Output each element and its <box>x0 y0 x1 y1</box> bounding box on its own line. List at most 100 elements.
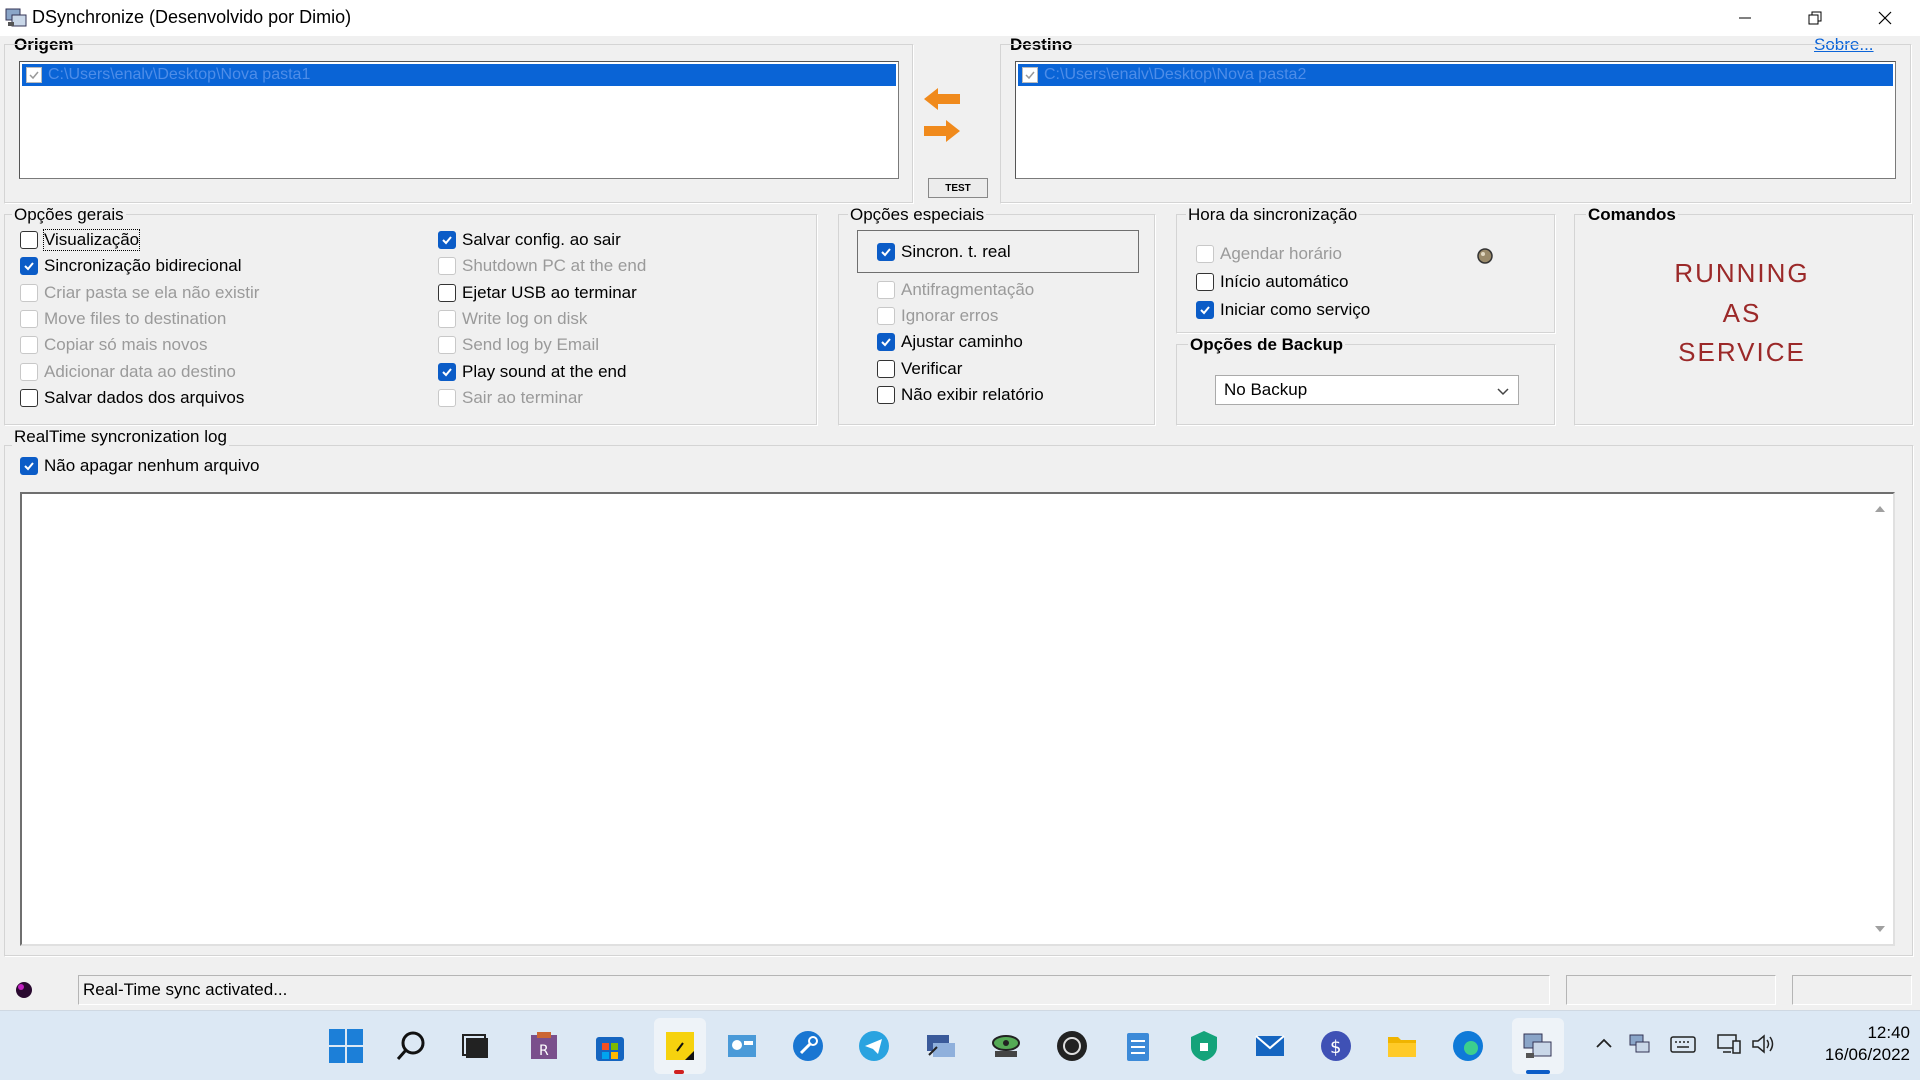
checkbox-box[interactable] <box>20 457 38 475</box>
check-icon <box>881 338 891 347</box>
checkbox-box[interactable] <box>438 231 456 249</box>
sticky-notes-icon <box>666 1032 694 1060</box>
checkbox-box[interactable] <box>877 243 895 261</box>
comandos-label: Comandos <box>1586 205 1678 225</box>
taskbar-app-telegram[interactable] <box>852 1024 896 1068</box>
checkbox-box <box>20 309 38 328</box>
checkbox-box[interactable] <box>20 257 38 276</box>
network-status-icon[interactable] <box>1716 1031 1742 1062</box>
taskbar-app-camera[interactable] <box>1050 1024 1094 1068</box>
checkbox-box[interactable] <box>20 388 38 407</box>
ajustar-caminho-checkbox[interactable]: Ajustar caminho <box>877 332 1023 352</box>
checkbox[interactable] <box>26 67 42 83</box>
checkbox-label: Send log by Email <box>462 335 600 355</box>
opcoes-gerais-label: Opções gerais <box>12 205 126 225</box>
checkbox-box[interactable] <box>438 283 456 302</box>
keyboard-icon[interactable] <box>1670 1033 1696 1060</box>
task-view-button[interactable] <box>454 1024 498 1068</box>
clock-date[interactable]: 16/06/2022 <box>1790 1045 1910 1065</box>
backup-select[interactable]: No Backup <box>1215 375 1519 405</box>
taskbar-app-notepad[interactable] <box>1116 1024 1160 1068</box>
copy-to-origem-arrow-button[interactable] <box>922 86 962 117</box>
taskbar-app-file-explorer[interactable] <box>1380 1024 1424 1068</box>
checkbox-box <box>20 362 38 381</box>
checkbox-box[interactable] <box>438 362 456 381</box>
checkbox-box <box>438 388 456 407</box>
send-log-by-email-checkbox: Send log by Email <box>438 335 599 355</box>
taskbar-app-winrar[interactable]: R <box>522 1024 566 1068</box>
sincron-t-real-checkbox[interactable]: Sincron. t. real <box>877 242 1011 262</box>
app-icon <box>4 6 28 30</box>
taskbar-app-sticky-notes[interactable] <box>654 1018 706 1074</box>
copy-to-destino-arrow-button[interactable] <box>922 118 962 149</box>
clock-time[interactable]: 12:40 <box>1810 1023 1910 1043</box>
backup-selected-value: No Backup <box>1224 380 1308 399</box>
list-item[interactable]: C:\Users\enalv\Desktop\Nova pasta1 <box>22 64 896 86</box>
check-icon <box>29 71 39 80</box>
checkbox-box[interactable] <box>1196 301 1214 319</box>
restore-button[interactable] <box>1780 0 1850 36</box>
list-item[interactable]: C:\Users\enalv\Desktop\Nova pasta2 <box>1018 64 1893 86</box>
start-button[interactable] <box>324 1024 368 1068</box>
checkbox[interactable] <box>1022 67 1038 83</box>
taskbar-app-sync[interactable]: $ <box>1314 1024 1358 1068</box>
salvar-dados-dos-arquivos-checkbox[interactable]: Salvar dados dos arquivos <box>20 388 244 408</box>
salvar-config-ao-sair-checkbox[interactable]: Salvar config. ao sair <box>438 230 621 250</box>
show-hidden-icons-button[interactable] <box>1594 1034 1614 1059</box>
checkbox-box[interactable] <box>1196 273 1214 291</box>
taskbar-app-network[interactable] <box>918 1024 962 1068</box>
sincronizacao-bidirecional-checkbox[interactable]: Sincronização bidirecional <box>20 256 242 276</box>
volume-icon[interactable] <box>1750 1032 1776 1061</box>
inicio-automatico-checkbox[interactable]: Início automático <box>1196 272 1349 292</box>
nao-apagar-checkbox[interactable]: Não apagar nenhum arquivo <box>20 456 259 476</box>
taskbar-app-mail[interactable] <box>1248 1024 1292 1068</box>
taskbar-app-eye[interactable] <box>984 1024 1028 1068</box>
log-textarea[interactable] <box>20 492 1895 946</box>
arrow-right-icon <box>924 120 960 142</box>
check-icon <box>442 367 452 376</box>
tray-dsynchronize-icon[interactable] <box>1628 1032 1652 1061</box>
checkbox-box[interactable] <box>20 231 38 249</box>
checkbox-label: Criar pasta se ela não existir <box>44 282 260 302</box>
notepad-icon <box>1127 1033 1149 1061</box>
checkbox-label: Início automático <box>1220 272 1349 291</box>
checkbox-label: Verificar <box>901 358 963 378</box>
checkbox-box[interactable] <box>877 359 895 378</box>
origem-list[interactable]: C:\Users\enalv\Desktop\Nova pasta1 <box>19 61 899 179</box>
mail-icon <box>1255 1035 1285 1056</box>
check-icon <box>24 262 34 271</box>
store-icon <box>596 1037 624 1061</box>
checkbox-box[interactable] <box>877 333 895 352</box>
ignorar-erros-checkbox: Ignorar erros <box>877 306 998 326</box>
origem-path: C:\Users\enalv\Desktop\Nova pasta1 <box>48 66 311 83</box>
taskbar-app-tool[interactable] <box>786 1024 830 1068</box>
test-button[interactable]: TEST <box>928 178 988 198</box>
ejetar-usb-ao-terminar-checkbox[interactable]: Ejetar USB ao terminar <box>438 283 637 303</box>
checkbox-box[interactable] <box>877 385 895 404</box>
taskbar-app-store[interactable] <box>588 1024 632 1068</box>
destino-list[interactable]: C:\Users\enalv\Desktop\Nova pasta2 <box>1015 61 1896 179</box>
taskbar-app-vpn[interactable] <box>1182 1024 1226 1068</box>
backup-label: Opções de Backup <box>1188 335 1346 355</box>
nao-exibir-relatorio-checkbox[interactable]: Não exibir relatório <box>877 385 1044 405</box>
checkbox-label: Ejetar USB ao terminar <box>462 282 637 302</box>
taskbar-app-edge[interactable] <box>1446 1024 1490 1068</box>
close-button[interactable] <box>1850 0 1920 36</box>
checkbox-box <box>20 283 38 302</box>
control-panel-icon <box>728 1035 756 1057</box>
taskbar-app-dsynchronize[interactable] <box>1512 1018 1564 1074</box>
minimize-button[interactable] <box>1710 0 1780 36</box>
checkbox-label: Sincronização bidirecional <box>44 256 242 276</box>
checkbox-label: Visualização <box>42 229 141 251</box>
play-sound-at-the-end-checkbox[interactable]: Play sound at the end <box>438 362 626 382</box>
iniciar-como-servico-checkbox[interactable]: Iniciar como serviço <box>1196 300 1370 320</box>
search-button[interactable] <box>390 1024 434 1068</box>
antifragmentacao-checkbox: Antifragmentação <box>877 280 1034 300</box>
log-scrollbar[interactable] <box>1868 494 1893 944</box>
check-icon <box>24 462 34 471</box>
status-message: Real-Time sync activated... <box>78 975 1550 1005</box>
verificar-checkbox[interactable]: Verificar <box>877 359 962 379</box>
visualizacao-checkbox[interactable]: Visualização <box>20 229 141 251</box>
taskbar-app-control-panel[interactable] <box>720 1024 764 1068</box>
winrar-icon: R <box>531 1032 557 1059</box>
